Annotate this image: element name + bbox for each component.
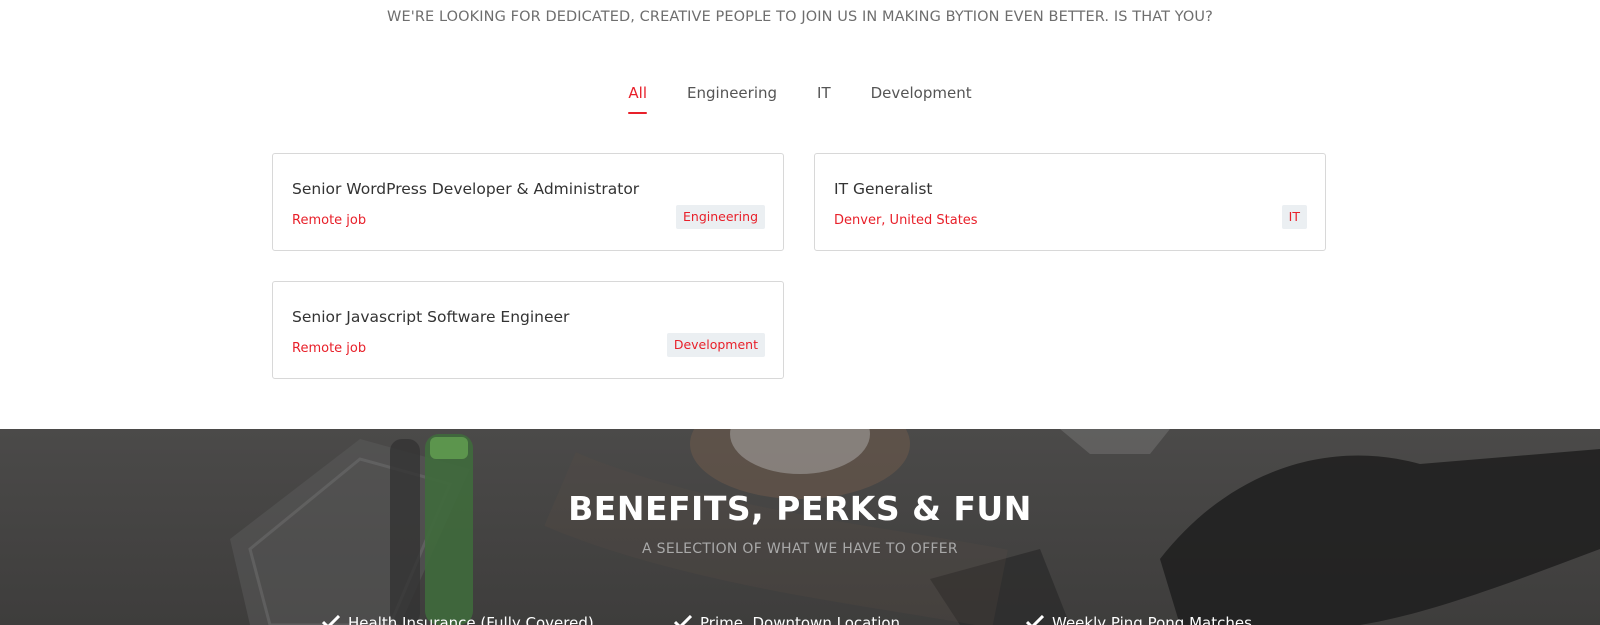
tab-development[interactable]: Development <box>871 82 972 114</box>
perk-label: Health Insurance (Fully Covered) <box>348 614 594 625</box>
job-title[interactable]: IT Generalist <box>834 180 933 198</box>
check-icon <box>1025 614 1045 625</box>
job-category-tag: Engineering <box>676 205 765 229</box>
job-category-tag: IT <box>1281 205 1307 229</box>
perk-label: Weekly Ping Pong Matches <box>1052 614 1252 625</box>
check-icon <box>321 614 341 625</box>
tab-engineering[interactable]: Engineering <box>687 82 777 114</box>
job-location: Denver, United States <box>834 213 978 228</box>
tab-all[interactable]: All <box>628 82 647 114</box>
job-filter-tabs: All Engineering IT Development <box>0 82 1600 114</box>
job-location: Remote job <box>292 213 367 228</box>
check-icon <box>673 614 693 625</box>
perk-label: Prime, Downtown Location <box>700 614 901 625</box>
job-card[interactable]: Senior WordPress Developer & Administrat… <box>272 153 784 251</box>
perk-item: Health Insurance (Fully Covered) <box>321 614 594 625</box>
job-location: Remote job <box>292 341 367 356</box>
job-title[interactable]: Senior WordPress Developer & Administrat… <box>292 180 639 198</box>
job-category-tag: Development <box>666 333 765 357</box>
benefits-heading: BENEFITS, PERKS & FUN <box>568 489 1032 528</box>
intro-subtitle: WE'RE LOOKING FOR DEDICATED, CREATIVE PE… <box>387 9 1213 25</box>
benefits-subheading: A SELECTION OF WHAT WE HAVE TO OFFER <box>642 541 958 557</box>
job-card[interactable]: Senior Javascript Software Engineer Remo… <box>272 281 784 379</box>
tab-it[interactable]: IT <box>817 82 831 114</box>
benefits-section: BENEFITS, PERKS & FUN A SELECTION OF WHA… <box>0 429 1600 625</box>
job-title[interactable]: Senior Javascript Software Engineer <box>292 308 569 326</box>
perk-item: Weekly Ping Pong Matches <box>1025 614 1252 625</box>
perk-item: Prime, Downtown Location <box>673 614 901 625</box>
job-card[interactable]: IT Generalist Denver, United States IT <box>814 153 1326 251</box>
